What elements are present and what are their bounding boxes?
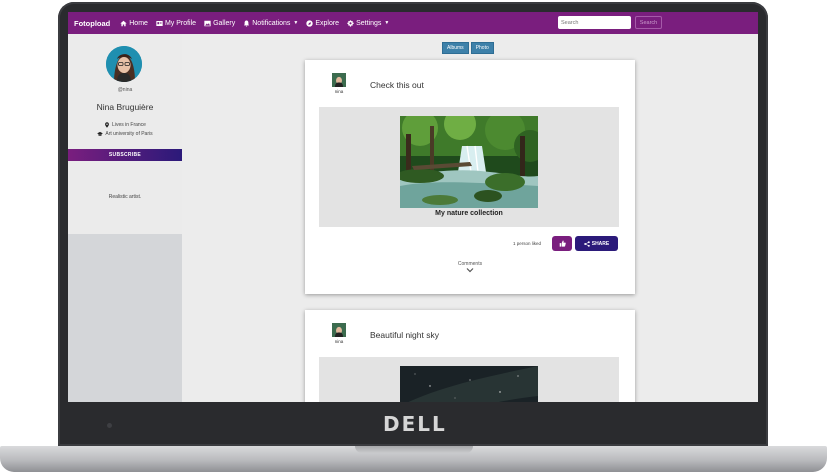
search-button[interactable]: Search bbox=[635, 16, 662, 29]
id-card-icon bbox=[156, 20, 163, 26]
sensor-dot bbox=[107, 423, 112, 428]
nav-my-profile-label: My Profile bbox=[164, 19, 197, 27]
photo-frame bbox=[319, 357, 619, 402]
chevron-down-icon[interactable] bbox=[465, 267, 475, 273]
gear-icon bbox=[347, 19, 354, 27]
nav-home-label: Home bbox=[129, 19, 148, 27]
post-card: nina Check this out My nature collection… bbox=[305, 60, 635, 294]
bell-icon bbox=[244, 20, 250, 27]
nav-explore-label: Explore bbox=[315, 19, 340, 27]
home-icon bbox=[120, 20, 127, 26]
profile-sidebar: @nina Nina Bruguière Lives in France Art… bbox=[68, 34, 182, 402]
share-icon bbox=[583, 240, 590, 247]
photo-caption: My nature collection bbox=[435, 210, 503, 217]
image-icon bbox=[204, 20, 211, 26]
profile-username: @nina bbox=[117, 87, 133, 93]
night-sky-image bbox=[400, 366, 538, 402]
view-toggle: Albums Photo bbox=[442, 42, 496, 54]
photo-button[interactable]: Photo bbox=[470, 42, 494, 54]
profile-education-text: Art university of Paris bbox=[105, 131, 153, 137]
graduation-cap-icon bbox=[97, 131, 104, 136]
nav-settings-label: Settings bbox=[356, 19, 382, 27]
search-form: Search bbox=[558, 16, 662, 29]
profile-bio: Realistic artist. bbox=[108, 194, 142, 200]
post-title: Beautiful night sky bbox=[370, 330, 439, 340]
profile-location: Lives in France bbox=[68, 122, 182, 128]
post-author-name[interactable]: nina bbox=[327, 339, 351, 344]
post-card: nina Beautiful night sky bbox=[305, 310, 635, 402]
photo-frame: My nature collection bbox=[319, 107, 619, 227]
laptop-hinge-notch bbox=[355, 446, 473, 453]
nav-settings[interactable]: Settings ▼ bbox=[347, 20, 389, 27]
avatar[interactable] bbox=[106, 46, 142, 82]
profile-education: Art university of Paris bbox=[68, 131, 182, 137]
avatar-photo bbox=[332, 73, 346, 87]
share-label: SHARE bbox=[591, 240, 610, 247]
profile-fullname: Nina Bruguière bbox=[96, 102, 154, 112]
nav-explore[interactable]: Explore bbox=[306, 20, 339, 27]
post-author-name[interactable]: nina bbox=[327, 89, 351, 94]
share-button[interactable]: SHARE bbox=[575, 236, 618, 251]
nav-notifications[interactable]: Notifications ▼ bbox=[243, 20, 298, 27]
profile-card: @nina Nina Bruguière Lives in France Art… bbox=[68, 34, 182, 234]
avatar-photo bbox=[106, 46, 142, 82]
search-input[interactable] bbox=[558, 16, 631, 29]
nav-gallery-label: Gallery bbox=[213, 19, 236, 27]
thumbs-up-icon bbox=[559, 240, 566, 247]
subscribe-button[interactable]: SUBSCRIBE bbox=[68, 149, 182, 161]
post-author-avatar[interactable] bbox=[332, 73, 346, 87]
main-feed: Albums Photo nina Check this out My natu… bbox=[182, 34, 758, 402]
post-photo[interactable] bbox=[400, 366, 538, 402]
waterfall-forest-image bbox=[400, 116, 538, 208]
post-title: Check this out bbox=[370, 80, 424, 90]
compass-icon bbox=[306, 19, 313, 27]
device-logo: DELL bbox=[383, 412, 447, 436]
post-photo[interactable] bbox=[400, 116, 538, 208]
screen: Fotopload Home My Profile Gallery Notifi… bbox=[68, 12, 758, 402]
profile-location-text: Lives in France bbox=[112, 122, 146, 128]
like-button[interactable] bbox=[552, 236, 572, 251]
nav-home[interactable]: Home bbox=[120, 20, 148, 27]
likes-count: 1 person liked bbox=[513, 241, 542, 246]
caret-down-icon: ▼ bbox=[293, 20, 299, 26]
nav-notifications-label: Notifications bbox=[252, 19, 291, 27]
nav-gallery[interactable]: Gallery bbox=[204, 20, 235, 27]
top-navbar: Fotopload Home My Profile Gallery Notifi… bbox=[68, 12, 758, 34]
caret-down-icon: ▼ bbox=[384, 20, 390, 26]
brand-logo[interactable]: Fotopload bbox=[74, 19, 110, 28]
avatar-photo bbox=[332, 323, 346, 337]
post-author-avatar[interactable] bbox=[332, 323, 346, 337]
map-marker-icon bbox=[105, 122, 109, 128]
nav-my-profile[interactable]: My Profile bbox=[156, 20, 196, 27]
albums-button[interactable]: Albums bbox=[442, 42, 469, 54]
